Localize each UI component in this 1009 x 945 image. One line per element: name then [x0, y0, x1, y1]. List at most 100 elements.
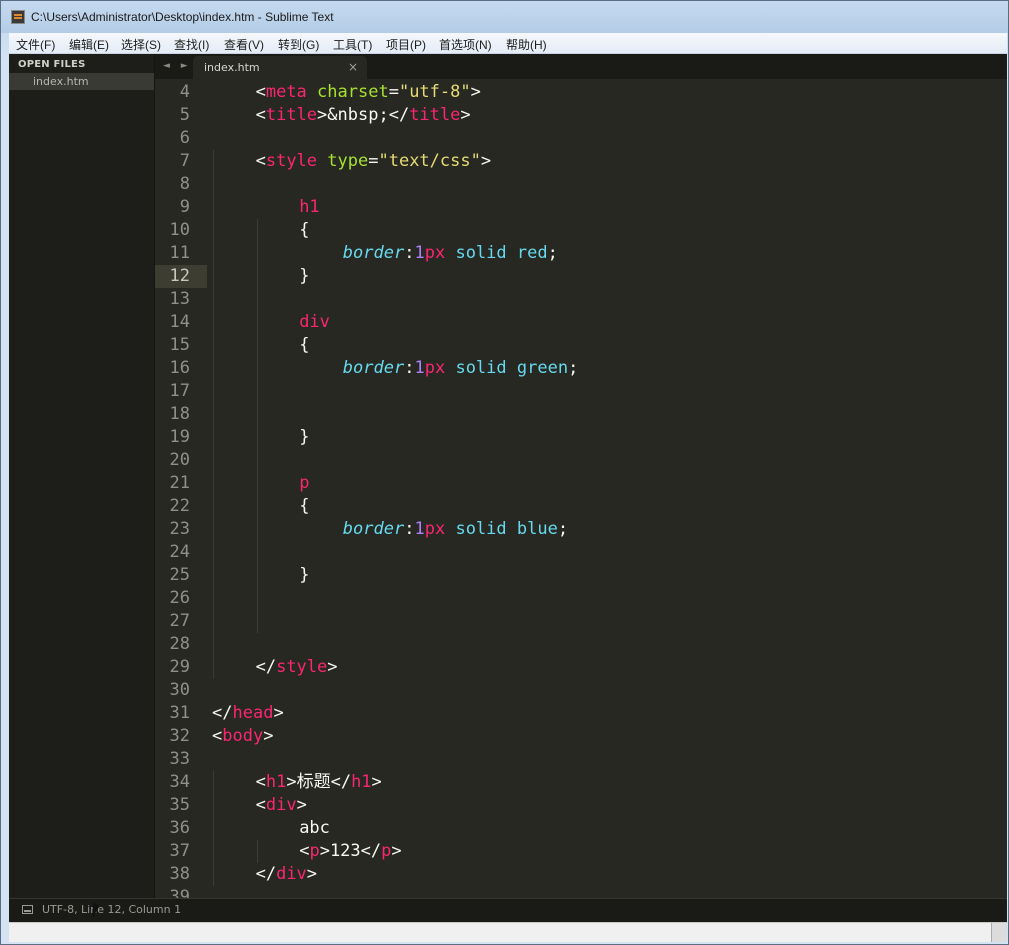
code-line[interactable]: 9 h1 [155, 196, 1007, 219]
sidebar-file-item[interactable]: index.htm [9, 73, 154, 90]
code-line[interactable]: 22 { [155, 495, 1007, 518]
line-number: 17 [169, 381, 190, 401]
code-line[interactable]: 20 [155, 449, 1007, 472]
line-number: 12 [155, 265, 207, 288]
code-line[interactable]: 26 [155, 587, 1007, 610]
menu-preferences[interactable]: 首选项(N) [439, 36, 492, 53]
tab-index-htm[interactable]: index.htm × [193, 56, 367, 79]
code-line[interactable]: 16 border:1px solid green; [155, 357, 1007, 380]
menu-find[interactable]: 查找(I) [174, 36, 209, 53]
code-line[interactable]: 36 abc [155, 817, 1007, 840]
code-line[interactable]: 32 <body> [155, 725, 1007, 748]
code-token-plain: 123 [329, 841, 361, 861]
line-number: 16 [169, 358, 190, 378]
code-line[interactable]: 33 [155, 748, 1007, 771]
code-line[interactable]: 15 { [155, 334, 1007, 357]
code-line[interactable]: 24 [155, 541, 1007, 564]
line-number: 23 [169, 519, 190, 539]
code-line[interactable]: 28 [155, 633, 1007, 656]
code-token-unit: px [424, 358, 446, 378]
code-line[interactable]: 29 </style> [155, 656, 1007, 679]
menu-file[interactable]: 文件(F) [16, 36, 55, 53]
code-token-unit: px [424, 243, 446, 263]
menu-goto[interactable]: 转到(G) [278, 36, 319, 53]
code-line[interactable]: 39 [155, 886, 1007, 898]
code-token-plain: 标题 [296, 772, 331, 792]
code-line[interactable]: 23 border:1px solid blue; [155, 518, 1007, 541]
code-text: border:1px solid red; [343, 242, 558, 265]
code-line[interactable]: 14 div [155, 311, 1007, 334]
code-token-tag: h1 [265, 772, 287, 792]
line-number: 33 [169, 749, 190, 769]
menu-view[interactable]: 查看(V) [224, 36, 264, 53]
code-token-plain: abc [299, 818, 330, 838]
code-line[interactable]: 11 border:1px solid red; [155, 242, 1007, 265]
code-token-plain: </ [388, 105, 410, 125]
sidebar-file-label: index.htm [33, 75, 89, 88]
code-line[interactable]: 18 [155, 403, 1007, 426]
code-token-plain: { [299, 496, 310, 516]
code-line[interactable]: 17 [155, 380, 1007, 403]
code-line[interactable]: 38 </div> [155, 863, 1007, 886]
code-line[interactable]: 6 [155, 127, 1007, 150]
code-line[interactable]: 5 <title>&nbsp;</title> [155, 104, 1007, 127]
code-token-str: "text/css" [378, 151, 481, 171]
code-token-plain: > [296, 795, 307, 815]
code-token-tag: p [309, 841, 320, 861]
menu-edit[interactable]: 编辑(E) [69, 36, 109, 53]
code-token-prop: border [342, 519, 405, 539]
line-number: 6 [179, 128, 190, 148]
line-number: 14 [169, 312, 190, 332]
mouse-cursor-icon [93, 902, 99, 918]
code-line[interactable]: 25} [155, 564, 1007, 587]
code-line[interactable]: 19} [155, 426, 1007, 449]
line-number: 37 [169, 841, 190, 861]
code-token-plain: </ [255, 864, 277, 884]
code-token-plain: ; [557, 519, 569, 539]
code-line[interactable]: 27 [155, 610, 1007, 633]
title-bar[interactable]: C:\Users\Administrator\Desktop\index.htm… [1, 1, 1008, 33]
code-text: h1 [299, 196, 319, 219]
menu-project[interactable]: 项目(P) [386, 36, 426, 53]
code-token-plain: > [273, 703, 284, 723]
menu-help[interactable]: 帮助(H) [506, 36, 547, 53]
code-line[interactable]: 34 <h1>标题</h1> [155, 771, 1007, 794]
line-number: 34 [169, 772, 190, 792]
menu-tools[interactable]: 工具(T) [333, 36, 372, 53]
code-token-prop: border [342, 243, 405, 263]
code-editor[interactable]: 4 <meta charset="utf-8"> 5 <title>&nbsp;</t… [155, 79, 1007, 898]
code-text: </div> [256, 863, 317, 886]
line-number: 35 [169, 795, 190, 815]
code-token-tag: div [265, 795, 297, 815]
scrollbar-grip[interactable] [991, 923, 1007, 942]
code-line[interactable]: 10 { [155, 219, 1007, 242]
code-line[interactable]: 12} [155, 265, 1007, 288]
editor-app: OPEN FILES index.htm ◄ ► index.htm × 4 <m… [9, 54, 1007, 922]
code-line[interactable]: 13 [155, 288, 1007, 311]
code-line[interactable]: 7 <style type="text/css"> [155, 150, 1007, 173]
code-line[interactable]: 35 <div> [155, 794, 1007, 817]
sidebar-header-open-files: OPEN FILES [18, 59, 86, 70]
code-line[interactable]: 8 [155, 173, 1007, 196]
code-line[interactable]: 21 p [155, 472, 1007, 495]
tab-nav-arrows-icon[interactable]: ◄ ► [163, 61, 192, 71]
code-text: } [299, 426, 309, 449]
code-line[interactable]: 31 </head> [155, 702, 1007, 725]
console-toggle-icon[interactable] [22, 905, 33, 914]
code-token-plain: > [480, 151, 492, 171]
code-line[interactable]: 37 <p>123</p> [155, 840, 1007, 863]
tab-close-icon[interactable]: × [348, 60, 358, 74]
code-token-val: red [516, 243, 548, 263]
line-number: 21 [169, 473, 190, 493]
code-line[interactable]: 4 <meta charset="utf-8"> [155, 81, 1007, 104]
horizontal-scrollbar[interactable] [9, 922, 1007, 942]
code-text: <style type="text/css"> [256, 150, 492, 173]
code-line[interactable]: 30 [155, 679, 1007, 702]
tab-bar: ◄ ► index.htm × [155, 54, 1007, 79]
code-text: border:1px solid green; [343, 357, 579, 380]
code-token-num: 1 [414, 243, 425, 263]
code-token-tag: div [299, 312, 330, 332]
menu-selection[interactable]: 选择(S) [121, 36, 161, 53]
